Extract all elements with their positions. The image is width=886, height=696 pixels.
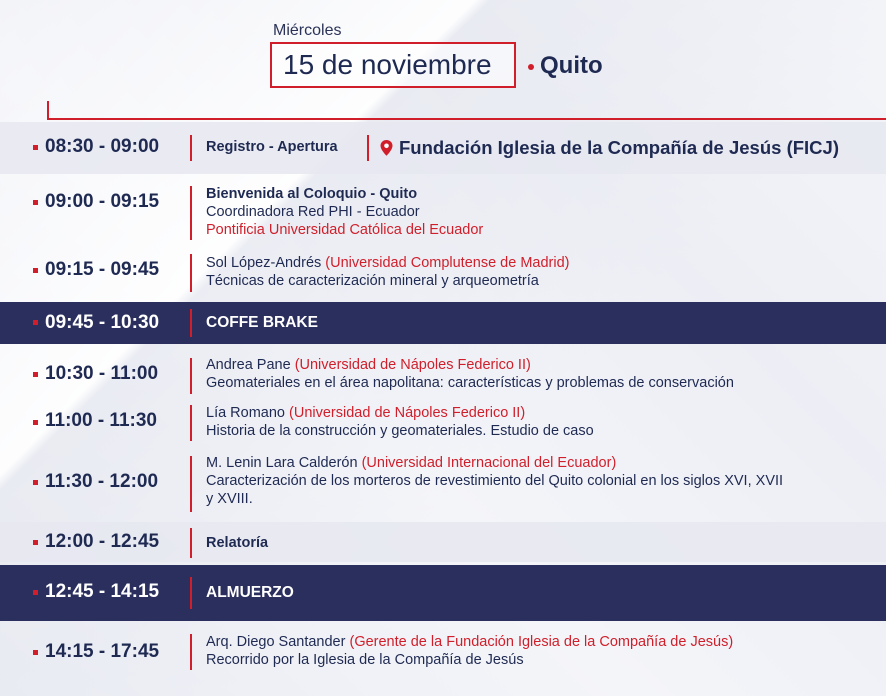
bullet bbox=[33, 268, 38, 273]
bullet bbox=[33, 320, 38, 325]
session-content: Arq. Diego Santander (Gerente de la Fund… bbox=[206, 633, 866, 669]
time-slot: 09:00 - 09:15 bbox=[45, 191, 160, 212]
bullet bbox=[33, 200, 38, 205]
time-slot: 08:30 - 09:00 bbox=[45, 136, 160, 157]
time-slot: 11:00 - 11:30 bbox=[45, 410, 157, 431]
session-title: COFFE BRAKE bbox=[206, 314, 318, 331]
venue-name: Fundación Iglesia de la Compañía de Jesú… bbox=[399, 137, 839, 158]
separator bbox=[190, 135, 192, 161]
weekday: Miércoles bbox=[273, 22, 342, 39]
speaker-name: Andrea Pane bbox=[206, 357, 291, 373]
time-slot: 14:15 - 17:45 bbox=[45, 641, 160, 662]
time-slot: 12:00 - 12:45 bbox=[45, 531, 160, 552]
session-content: Relatoría bbox=[206, 534, 866, 552]
talk-title: Caracterización de los morteros de reves… bbox=[206, 473, 784, 489]
separator bbox=[190, 309, 192, 337]
time-slot: 11:30 - 12:00 bbox=[45, 471, 159, 492]
schedule-row: 11:30 - 12:00 M. Lenin Lara Calderón (Un… bbox=[0, 452, 886, 514]
separator bbox=[190, 186, 192, 240]
time-slot: 12:45 - 14:15 bbox=[45, 581, 160, 602]
page-header: Miércoles 15 de noviembre Quito bbox=[0, 0, 886, 130]
separator bbox=[190, 405, 192, 441]
bullet bbox=[33, 650, 38, 655]
schedule-row: 12:00 - 12:45 Relatoría bbox=[0, 522, 886, 562]
session-content: Bienvenida al Coloquio - Quito Coordinad… bbox=[206, 185, 866, 239]
city-bullet bbox=[528, 64, 534, 70]
talk-title: Técnicas de caracterización mineral y ar… bbox=[206, 273, 539, 289]
speaker-affiliation: (Universidad Complutense de Madrid) bbox=[325, 255, 570, 271]
separator bbox=[190, 254, 192, 292]
speaker-affiliation: (Universidad de Nápoles Federico II) bbox=[289, 405, 526, 421]
separator bbox=[190, 634, 192, 670]
schedule-row: 09:45 - 10:30 COFFE BRAKE bbox=[0, 302, 886, 344]
talk-title: Geomateriales en el área napolitana: car… bbox=[206, 375, 734, 391]
session-title: Relatoría bbox=[206, 535, 269, 551]
speaker-affiliation: (Universidad Internacional del Ecuador) bbox=[361, 455, 617, 471]
separator bbox=[367, 135, 369, 161]
speaker-name: Arq. Diego Santander bbox=[206, 634, 346, 650]
city: Quito bbox=[540, 52, 603, 79]
schedule-row: 09:00 - 09:15 Bienvenida al Coloquio - Q… bbox=[0, 182, 886, 242]
bullet bbox=[33, 372, 38, 377]
talk-title-continued: y XVIII. bbox=[206, 491, 253, 507]
talk-title: Recorrido por la Iglesia de la Compañía … bbox=[206, 652, 524, 668]
schedule-row: 09:15 - 09:45 Sol López-Andrés (Universi… bbox=[0, 250, 886, 294]
schedule-row: 14:15 - 17:45 Arq. Diego Santander (Gere… bbox=[0, 630, 886, 682]
speaker-name: Sol López-Andrés bbox=[206, 255, 322, 271]
header-rule-horizontal bbox=[47, 118, 886, 120]
bullet bbox=[33, 480, 38, 485]
session-title: Bienvenida al Coloquio - Quito bbox=[206, 186, 418, 202]
session-subtitle: Coordinadora Red PHI - Ecuador bbox=[206, 204, 420, 220]
speaker-affiliation: (Gerente de la Fundación Iglesia de la C… bbox=[349, 634, 734, 650]
map-pin-icon bbox=[380, 140, 393, 156]
session-content: Sol López-Andrés (Universidad Complutens… bbox=[206, 254, 866, 290]
schedule-row: 10:30 - 11:00 Andrea Pane (Universidad d… bbox=[0, 354, 886, 396]
separator bbox=[190, 456, 192, 512]
session-content: M. Lenin Lara Calderón (Universidad Inte… bbox=[206, 454, 866, 508]
bullet bbox=[33, 145, 38, 150]
session-content: Lía Romano (Universidad de Nápoles Feder… bbox=[206, 404, 866, 440]
bullet bbox=[33, 420, 38, 425]
session-title: ALMUERZO bbox=[206, 584, 294, 601]
separator bbox=[190, 528, 192, 558]
schedule-row: 11:00 - 11:30 Lía Romano (Universidad de… bbox=[0, 402, 886, 444]
date-box: 15 de noviembre bbox=[270, 42, 516, 88]
separator bbox=[190, 358, 192, 394]
bullet bbox=[33, 540, 38, 545]
time-slot: 09:15 - 09:45 bbox=[45, 259, 160, 280]
schedule-row: 08:30 - 09:00 Registro - Apertura Fundac… bbox=[0, 122, 886, 174]
separator bbox=[190, 577, 192, 609]
speaker-name: Lía Romano bbox=[206, 405, 285, 421]
session-institution: Pontificia Universidad Católica del Ecua… bbox=[206, 222, 484, 238]
session-content: Andrea Pane (Universidad de Nápoles Fede… bbox=[206, 356, 866, 392]
talk-title: Historia de la construcción y geomateria… bbox=[206, 423, 594, 439]
schedule-row: 12:45 - 14:15 ALMUERZO bbox=[0, 565, 886, 621]
session-title: Registro - Apertura bbox=[206, 139, 338, 155]
bullet bbox=[33, 590, 38, 595]
speaker-affiliation: (Universidad de Nápoles Federico II) bbox=[294, 357, 531, 373]
time-slot: 09:45 - 10:30 bbox=[45, 312, 160, 333]
speaker-name: M. Lenin Lara Calderón bbox=[206, 455, 358, 471]
time-slot: 10:30 - 11:00 bbox=[45, 363, 159, 384]
